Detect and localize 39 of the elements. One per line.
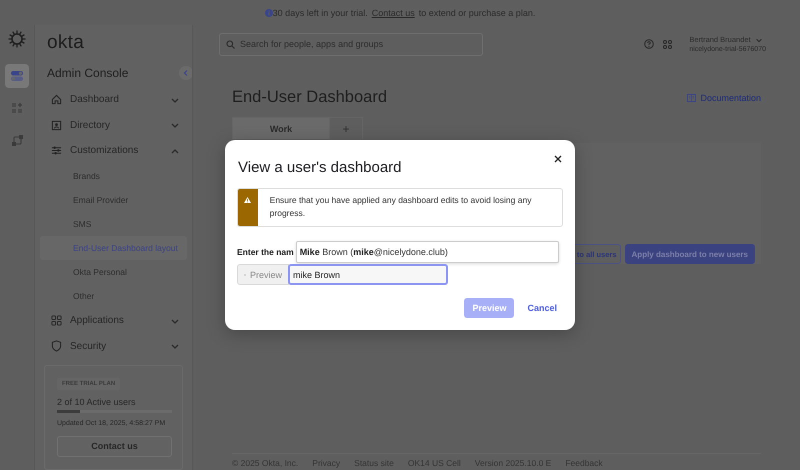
apps-icon bbox=[51, 315, 62, 326]
home-icon bbox=[51, 94, 62, 106]
shield-icon bbox=[51, 340, 62, 352]
toggle-icon bbox=[10, 69, 24, 83]
logo: okta bbox=[47, 33, 86, 53]
documentation-link[interactable]: Documentation bbox=[687, 92, 761, 102]
workflow-icon bbox=[10, 134, 24, 146]
collapse-icon[interactable] bbox=[179, 66, 192, 80]
sliders-icon bbox=[51, 145, 62, 156]
info-icon bbox=[264, 8, 273, 16]
nav-item[interactable]: Directory bbox=[35, 112, 192, 138]
console-title: Admin Console bbox=[47, 65, 130, 82]
add-tab-button[interactable]: + bbox=[330, 117, 363, 139]
nav-item[interactable]: Dashboard bbox=[35, 87, 192, 113]
sunburst-logo-icon[interactable] bbox=[8, 30, 26, 48]
close-icon[interactable] bbox=[554, 155, 562, 163]
field-label: Enter the nam bbox=[237, 246, 294, 259]
nav-item[interactable]: Customizations bbox=[35, 138, 192, 164]
directory-icon bbox=[51, 120, 62, 131]
warning-text: Ensure that you have applied any dashboard edits to avoid losing any progress. bbox=[268, 194, 532, 220]
book-icon bbox=[687, 94, 696, 102]
modal-title: View a user's dashboard bbox=[238, 158, 402, 178]
cancel-link[interactable]: Cancel bbox=[527, 303, 557, 313]
apps-grid-icon[interactable] bbox=[663, 40, 672, 48]
search-icon bbox=[226, 40, 235, 48]
nav-item[interactable]: Applications bbox=[35, 308, 192, 334]
contact-button[interactable]: Contact us bbox=[57, 436, 172, 457]
dashboard-tab[interactable]: Work bbox=[232, 117, 330, 139]
preview-toggle-button[interactable]: Preview bbox=[237, 264, 289, 285]
user-name-field[interactable]: mike Brown bbox=[288, 264, 448, 285]
warning-icon bbox=[244, 197, 252, 203]
nav-item[interactable]: Security bbox=[35, 333, 192, 359]
help-icon[interactable] bbox=[644, 39, 654, 49]
user-suggestion[interactable]: Mike Brown (mike@nicelydone.club) bbox=[296, 241, 559, 263]
rail-item[interactable] bbox=[5, 64, 29, 88]
apps-icon bbox=[10, 102, 24, 114]
page-title: End-User Dashboard bbox=[232, 88, 388, 107]
active-users-count: 2 of 10 Active users bbox=[57, 396, 136, 407]
apply-new-users-button[interactable]: Apply dashboard to new users bbox=[624, 244, 755, 264]
